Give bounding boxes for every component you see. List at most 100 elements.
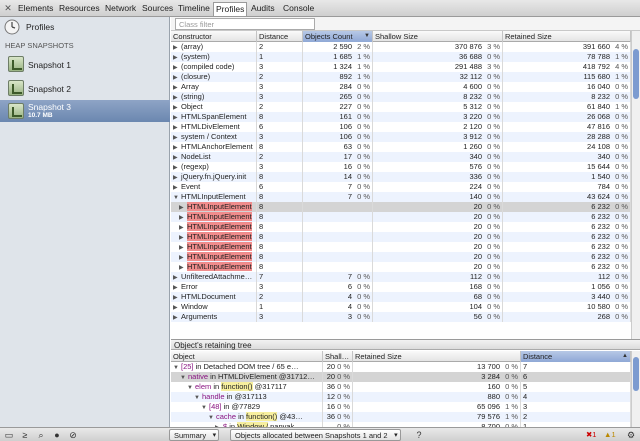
table-row[interactable]: ▶ (compiled code) 3 1 324 1 % 291 488 3 % 418 7… <box>171 62 631 72</box>
table-row[interactable]: ▶ (string) 3 265 0 % 8 232 0 % 8 232 0 % <box>171 92 631 102</box>
disclosure-open-icon[interactable]: ▼ <box>180 373 188 382</box>
error-count[interactable]: ✖1 <box>586 430 596 439</box>
disclosure-closed-icon[interactable]: ▶ <box>173 53 181 62</box>
disclosure-closed-icon[interactable]: ▶ <box>179 263 187 272</box>
sidebar-snapshot-1[interactable]: Snapshot 1 <box>0 53 170 75</box>
retainer-row[interactable]: ▼ native in HTMLDivElement @31712… 20 0 % 3 … <box>171 372 631 382</box>
table-row[interactable]: ▶ system / Context 3 106 0 % 3 912 0 % 28 288 0 … <box>171 132 631 142</box>
disclosure-closed-icon[interactable]: ▶ <box>173 43 181 52</box>
class-filter-input[interactable] <box>175 18 315 30</box>
disclosure-closed-icon[interactable]: ▶ <box>173 143 181 152</box>
record-icon[interactable]: ● <box>50 429 64 441</box>
table-row[interactable]: ▶ HTMLDocument 2 4 0 % 68 0 % 3 440 0 % <box>171 292 631 302</box>
table-row[interactable]: ▶ HTMLInputElement 8 20 0 % 6 232 0 % <box>171 222 631 232</box>
table-row[interactable]: ▶ Event 6 7 0 % 224 0 % 784 0 % <box>171 182 631 192</box>
tab-sources[interactable]: Sources <box>140 2 175 16</box>
disclosure-open-icon[interactable]: ▼ <box>173 193 181 202</box>
disclosure-closed-icon[interactable]: ▶ <box>173 313 181 322</box>
disclosure-closed-icon[interactable]: ▶ <box>173 123 181 132</box>
disclosure-closed-icon[interactable]: ▶ <box>173 163 181 172</box>
disclosure-closed-icon[interactable]: ▶ <box>173 133 181 142</box>
table-row[interactable]: ▶ HTMLInputElement 8 20 0 % 6 232 0 % <box>171 252 631 262</box>
table-row[interactable]: ▶ (regexp) 3 16 0 % 576 0 % 15 644 0 % <box>171 162 631 172</box>
tab-audits[interactable]: Audits <box>249 2 277 16</box>
table-row[interactable]: ▶ Window 1 4 0 % 104 0 % 10 580 0 % <box>171 302 631 312</box>
disclosure-closed-icon[interactable]: ▶ <box>179 243 187 252</box>
table-row[interactable]: ▶ UnfilteredAttachme… 7 7 0 % 112 0 % 112 0 % <box>171 272 631 282</box>
disclosure-closed-icon[interactable]: ▶ <box>173 113 181 122</box>
sidebar-snapshot-2[interactable]: Snapshot 2 <box>0 77 170 99</box>
sidebar-snapshot-3[interactable]: Snapshot 3 10.7 MB <box>0 100 170 122</box>
disclosure-closed-icon[interactable]: ▶ <box>173 73 181 82</box>
column-shallow[interactable]: Shall… <box>323 351 353 362</box>
table-row[interactable]: ▶ HTMLInputElement 8 20 0 % 6 232 0 % <box>171 242 631 252</box>
table-row[interactable]: ▶ Error 3 6 0 % 168 0 % 1 056 0 % <box>171 282 631 292</box>
disclosure-closed-icon[interactable]: ▶ <box>173 183 181 192</box>
table-row[interactable]: ▼ HTMLInputElement 8 7 0 % 140 0 % 43 624 0 % <box>171 192 631 202</box>
disclosure-open-icon[interactable]: ▼ <box>194 393 202 402</box>
table-row[interactable]: ▶ HTMLAnchorElement 8 63 0 % 1 260 0 % 24 108 0 … <box>171 142 631 152</box>
column-retainer-distance[interactable]: Distance ▲ <box>521 351 631 362</box>
disclosure-closed-icon[interactable]: ▶ <box>173 283 181 292</box>
retainer-row[interactable]: ▼ handle in @317113 12 0 % 880 0 % 4 <box>171 392 631 402</box>
table-row[interactable]: ▶ (system) 1 1 685 1 % 36 688 0 % 78 788 1 % <box>171 52 631 62</box>
column-objects-count[interactable]: Objects Count ▼ <box>303 31 373 42</box>
snapshot-filter-selector[interactable]: Objects allocated between Snapshots 1 an… <box>230 429 401 441</box>
disclosure-closed-icon[interactable]: ▶ <box>179 233 187 242</box>
disclosure-open-icon[interactable]: ▼ <box>201 403 209 412</box>
retainer-row[interactable]: ▼ cache in function() @43… 36 0 % 79 576 1 % 2 <box>171 412 631 422</box>
table-row[interactable]: ▶ HTMLSpanElement 8 161 0 % 3 220 0 % 26 068 0 % <box>171 112 631 122</box>
scrollbar-thumb[interactable] <box>633 49 639 99</box>
column-distance[interactable]: Distance <box>257 31 303 42</box>
tab-console[interactable]: Console <box>281 2 316 16</box>
retainer-row[interactable]: ▼ [48] in @77829 16 0 % 65 096 1 % 3 <box>171 402 631 412</box>
table-row[interactable]: ▶ HTMLInputElement 8 20 0 % 6 232 0 % <box>171 232 631 242</box>
table-row[interactable]: ▶ (array) 2 2 590 2 % 370 876 3 % 391 660 4 % <box>171 42 631 52</box>
warning-count[interactable]: ▲1 <box>604 430 616 439</box>
search-icon[interactable]: ⌕ <box>34 429 48 441</box>
disclosure-closed-icon[interactable]: ▶ <box>179 203 187 212</box>
disclosure-closed-icon[interactable]: ▶ <box>173 83 181 92</box>
tab-timeline[interactable]: Timeline <box>176 2 212 16</box>
close-icon[interactable]: ✕ <box>3 3 13 13</box>
disclosure-closed-icon[interactable]: ▶ <box>173 103 181 112</box>
table-row[interactable]: ▶ Arguments 3 3 0 % 56 0 % 268 0 % <box>171 312 631 322</box>
disclosure-closed-icon[interactable]: ▶ <box>173 303 181 312</box>
retainers-scrollbar[interactable] <box>631 351 640 427</box>
table-row[interactable]: ▶ jQuery.fn.jQuery.init 8 14 0 % 336 0 % 1 540 0… <box>171 172 631 182</box>
summary-grid-scrollbar[interactable] <box>631 31 640 339</box>
column-object[interactable]: Object <box>171 351 323 362</box>
scrollbar-thumb[interactable] <box>633 357 639 391</box>
tab-profiles[interactable]: Profiles <box>213 2 248 16</box>
clear-icon[interactable]: ⊘ <box>66 429 80 441</box>
retainer-row[interactable]: ▼ elem in function() @317117 36 0 % 160 0 % 5 <box>171 382 631 392</box>
table-row[interactable]: ▶ Object 2 227 0 % 5 312 0 % 61 840 1 % <box>171 102 631 112</box>
help-icon[interactable]: ? <box>412 429 426 441</box>
column-constructor[interactable]: Constructor <box>171 31 257 42</box>
disclosure-open-icon[interactable]: ▼ <box>208 413 216 422</box>
tab-network[interactable]: Network <box>103 2 138 16</box>
view-selector[interactable]: Summary <box>169 429 220 441</box>
disclosure-closed-icon[interactable]: ▶ <box>173 63 181 72</box>
disclosure-closed-icon[interactable]: ▶ <box>173 93 181 102</box>
disclosure-closed-icon[interactable]: ▶ <box>179 213 187 222</box>
console-drawer-icon[interactable]: ≥ <box>18 429 32 441</box>
table-row[interactable]: ▶ HTMLInputElement 8 20 0 % 6 232 0 % <box>171 202 631 212</box>
gear-icon[interactable]: ⚙ <box>624 429 638 441</box>
retainer-row[interactable]: ▼ [25] in Detached DOM tree / 65 e… 20 0 % 1… <box>171 362 631 372</box>
disclosure-closed-icon[interactable]: ▶ <box>179 253 187 262</box>
disclosure-open-icon[interactable]: ▼ <box>173 363 181 372</box>
table-row[interactable]: ▶ Array 3 284 0 % 4 600 0 % 16 040 0 % <box>171 82 631 92</box>
disclosure-open-icon[interactable]: ▼ <box>187 383 195 392</box>
disclosure-closed-icon[interactable]: ▶ <box>179 223 187 232</box>
column-retained-size[interactable]: Retained Size <box>503 31 631 42</box>
tab-elements[interactable]: Elements <box>16 2 55 16</box>
table-row[interactable]: ▶ NodeList 2 17 0 % 340 0 % 340 0 % <box>171 152 631 162</box>
disclosure-closed-icon[interactable]: ▶ <box>173 293 181 302</box>
disclosure-closed-icon[interactable]: ▶ <box>173 273 181 282</box>
tab-resources[interactable]: Resources <box>57 2 102 16</box>
column-retained[interactable]: Retained Size <box>353 351 521 362</box>
table-row[interactable]: ▶ HTMLDivElement 6 106 0 % 2 120 0 % 47 816 0 % <box>171 122 631 132</box>
column-shallow-size[interactable]: Shallow Size <box>373 31 503 42</box>
disclosure-closed-icon[interactable]: ▶ <box>173 153 181 162</box>
